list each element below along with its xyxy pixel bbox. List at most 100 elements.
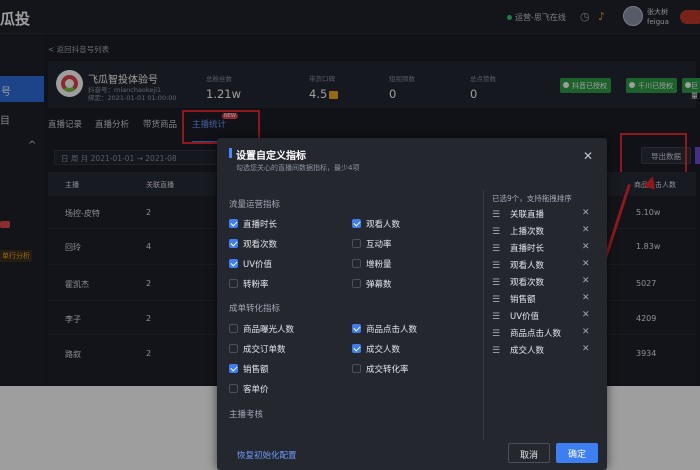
remove-icon: ✕ xyxy=(582,225,590,235)
selected-item[interactable]: ☰ 商品点击人数 ✕ xyxy=(492,327,602,344)
confirm-button[interactable]: 确定 xyxy=(556,443,598,463)
option-checkbox[interactable]: 增粉量 xyxy=(352,258,392,270)
checkbox-icon xyxy=(229,219,238,228)
option-checkbox[interactable]: 销售额 xyxy=(229,363,269,375)
title-accent xyxy=(229,148,232,158)
remove-icon: ✕ xyxy=(582,242,590,252)
checkbox-icon xyxy=(229,364,238,373)
option-checkbox[interactable]: UV价值 xyxy=(229,258,272,270)
sidebar-item-account[interactable]: 号 xyxy=(0,76,44,102)
dialog-subtitle: 勾选您关心的直播间数据指标，最少4项 xyxy=(236,164,360,172)
table-cell: 2 xyxy=(146,314,152,323)
selected-item[interactable]: ☰ 关联直播 ✕ xyxy=(492,208,602,225)
table-cell: 2 xyxy=(146,349,152,358)
option-checkbox[interactable]: 商品曝光人数 xyxy=(229,323,294,335)
selected-title: 已选9个，支持拖拽排序 xyxy=(492,194,572,203)
sidebar-tag[interactable]: 单行分析 xyxy=(0,250,32,262)
option-checkbox[interactable]: 转粉率 xyxy=(229,278,269,290)
table-cell: 4 xyxy=(146,242,152,251)
account-name: 飞瓜智投体验号 xyxy=(88,75,158,86)
back-link[interactable]: < 返回抖音号列表 xyxy=(48,44,109,55)
vip-badge[interactable] xyxy=(680,10,700,24)
rating-level-icon xyxy=(329,90,339,99)
table-cell: 场控-皮特 xyxy=(65,209,100,218)
selected-item[interactable]: ☰ 直播时长 ✕ xyxy=(492,242,602,259)
col-linked-live[interactable]: 关联直播 xyxy=(146,180,174,190)
checkbox-icon xyxy=(352,344,361,353)
avatar[interactable] xyxy=(623,6,643,26)
highlight-box-export xyxy=(620,133,687,177)
option-checkbox[interactable]: 互动率 xyxy=(352,238,392,250)
selected-item[interactable]: ☰ 观看次数 ✕ xyxy=(492,276,602,293)
selected-item[interactable]: ☰ 观看人数 ✕ xyxy=(492,259,602,276)
option-checkbox[interactable]: 成交人数 xyxy=(352,343,400,355)
brand-logo-text: 瓜投 xyxy=(0,10,31,28)
table-cell: 1.83w xyxy=(636,242,661,251)
account-logo-icon xyxy=(56,70,83,97)
checkbox-icon xyxy=(229,344,238,353)
user-info[interactable]: 张大树 feigua xyxy=(647,7,669,27)
reset-config-link[interactable]: 恢复初始化配置 xyxy=(237,449,297,461)
remove-icon: ✕ xyxy=(582,208,590,218)
drag-handle-icon: ☰ xyxy=(492,278,501,288)
checkbox-icon xyxy=(229,259,238,268)
dialog-title: 设置自定义指标 xyxy=(236,151,306,162)
checkbox-icon xyxy=(352,219,361,228)
option-checkbox[interactable]: 成交订单数 xyxy=(229,343,286,355)
selected-item[interactable]: ☰ UV价值 ✕ xyxy=(492,310,602,327)
checkbox-icon xyxy=(352,259,361,268)
sidebar: 号 目 ^ 单行分析 xyxy=(0,34,44,386)
cancel-button[interactable]: 取消 xyxy=(508,443,550,463)
stat-videos: 短视频数 0 xyxy=(389,75,415,101)
selected-item[interactable]: ☰ 成交人数 ✕ xyxy=(492,344,602,361)
tab-products[interactable]: 带货商品 xyxy=(143,118,177,130)
tab-live-analysis[interactable]: 直播分析 xyxy=(95,118,129,130)
new-badge-icon xyxy=(0,221,10,228)
table-cell: 李子 xyxy=(65,315,81,324)
section-traffic: 流量运营指标 xyxy=(229,200,281,210)
table-cell: 5027 xyxy=(636,279,657,288)
option-checkbox[interactable]: 成交转化率 xyxy=(352,363,409,375)
option-checkbox[interactable]: 直播时长 xyxy=(229,218,277,230)
table-cell: 2 xyxy=(146,279,152,288)
option-checkbox[interactable]: 观看人数 xyxy=(352,218,400,230)
drag-handle-icon: ☰ xyxy=(492,295,501,305)
checkbox-icon xyxy=(229,239,238,248)
selected-item[interactable]: ☰ 上播次数 ✕ xyxy=(492,225,602,242)
checkbox-icon xyxy=(352,239,361,248)
chevron-up-icon[interactable]: ^ xyxy=(28,140,36,151)
drag-handle-icon: ☰ xyxy=(492,244,501,254)
col-anchor[interactable]: 主播 xyxy=(65,180,79,190)
remove-icon: ✕ xyxy=(582,310,590,320)
selected-item[interactable]: ☰ 销售额 ✕ xyxy=(492,293,602,310)
help-icon[interactable]: ◷ xyxy=(580,10,590,23)
account-meta: 抖音号：mianchaokeji1 绑定：2021-01-01 01:00:00 xyxy=(88,86,177,102)
table-cell: 霍凯杰 xyxy=(65,280,89,289)
side-action-button[interactable] xyxy=(695,147,700,164)
stat-likes: 总点赞数 0 xyxy=(470,75,496,101)
column-divider xyxy=(483,190,484,440)
option-checkbox[interactable]: 客单价 xyxy=(229,383,269,395)
qianchuan-auth-button[interactable]: 千川已授权 xyxy=(626,78,677,93)
stat-rating: 带货口碑 4.5 xyxy=(309,73,339,101)
online-status[interactable]: 运营-思飞在线 xyxy=(507,12,566,23)
option-checkbox[interactable]: 观看次数 xyxy=(229,238,277,250)
custom-metrics-dialog: 设置自定义指标 勾选您关心的直播间数据指标，最少4项 ✕ 流量运营指标 直播时长… xyxy=(217,138,607,470)
table-cell: 4209 xyxy=(636,314,657,323)
drag-handle-icon: ☰ xyxy=(492,210,501,220)
table-cell: 回玲 xyxy=(65,243,81,252)
metric-options: 流量运营指标 直播时长 观看人数 观看次数 互动率 UV价值 增粉量 转粉率 弹… xyxy=(229,186,477,426)
date-filter[interactable]: 日 周 月 2021-01-01 → 2021-08 xyxy=(54,150,224,165)
close-icon[interactable]: ✕ xyxy=(583,149,593,163)
checkbox-icon xyxy=(352,279,361,288)
sidebar-item-2[interactable]: 目 xyxy=(0,112,10,127)
drag-handle-icon: ☰ xyxy=(492,312,501,322)
option-checkbox[interactable]: 商品点击人数 xyxy=(352,323,417,335)
juliang-auth-button[interactable]: 巨量 xyxy=(682,78,700,100)
tab-live-records[interactable]: 直播记录 xyxy=(48,118,82,130)
account-card: 飞瓜智投体验号 抖音号：mianchaokeji1 绑定：2021-01-01 … xyxy=(48,61,700,108)
option-checkbox[interactable]: 弹幕数 xyxy=(352,278,392,290)
douyin-auth-button[interactable]: 抖音已授权 xyxy=(560,78,611,93)
online-dot-icon xyxy=(507,15,512,20)
bell-icon[interactable]: ♪ xyxy=(598,10,605,23)
